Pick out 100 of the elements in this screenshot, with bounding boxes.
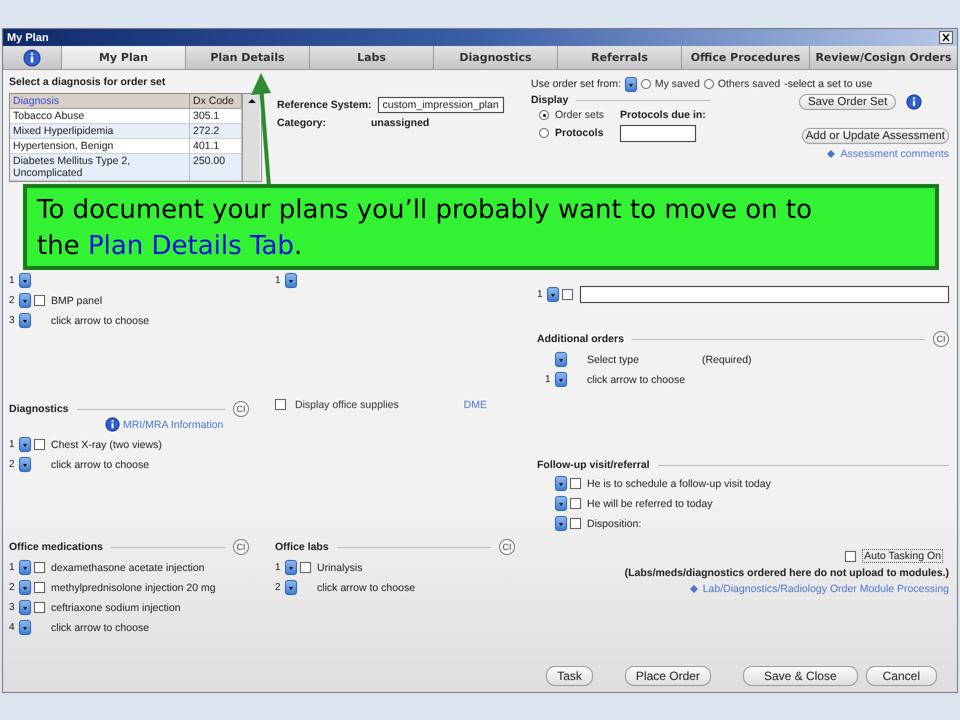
- clear-button[interactable]: CI: [499, 539, 515, 555]
- radio-button[interactable]: [539, 128, 549, 138]
- clear-button[interactable]: CI: [933, 331, 949, 347]
- instruction-field[interactable]: [580, 286, 949, 303]
- row-number: 4: [9, 622, 16, 633]
- dropdown-button[interactable]: [285, 273, 297, 288]
- row-number: 2: [275, 582, 282, 593]
- checkbox[interactable]: [34, 439, 45, 450]
- order-item: BMP panel: [51, 294, 102, 306]
- dme-link[interactable]: DME: [464, 398, 487, 410]
- order-item: click arrow to choose: [51, 314, 150, 326]
- diamond-icon: [690, 585, 698, 593]
- column-header[interactable]: Dx Code: [190, 94, 242, 109]
- field-label: Protocols due in:: [620, 109, 706, 121]
- tab[interactable]: Review/Cosign Orders: [810, 46, 957, 69]
- order-item: Urinalysis: [317, 562, 363, 574]
- checkbox[interactable]: [275, 399, 286, 410]
- checkbox[interactable]: [34, 295, 45, 306]
- table-cell[interactable]: Diabetes Mellitus Type 2, Uncomplicated: [10, 154, 190, 181]
- radio-label: My saved: [654, 78, 700, 90]
- dropdown-button[interactable]: [624, 76, 637, 92]
- action-button[interactable]: Save & Close: [742, 666, 858, 686]
- protocols-due-field[interactable]: [620, 125, 696, 142]
- row-number: 1: [545, 374, 552, 385]
- dropdown-button[interactable]: [547, 287, 559, 302]
- checkbox[interactable]: [845, 550, 856, 562]
- action-button[interactable]: Place Order: [624, 666, 711, 686]
- window-title: My Plan: [7, 32, 49, 44]
- order-item: Chest X-ray (two views): [51, 438, 162, 450]
- diamond-icon: [827, 150, 836, 158]
- row-number: 2: [9, 582, 16, 593]
- scrollbar[interactable]: [242, 94, 260, 181]
- order-item: He will be referred to today: [587, 498, 712, 510]
- close-icon[interactable]: [939, 31, 953, 44]
- info-tab[interactable]: [3, 46, 62, 69]
- checkbox-label: Auto Tasking On: [862, 549, 943, 563]
- dropdown-button[interactable]: [285, 580, 297, 595]
- section-title: Select a diagnosis for order set: [9, 76, 166, 88]
- tab[interactable]: Referrals: [558, 46, 682, 69]
- reference-system-field[interactable]: custom_impression_plan: [378, 97, 504, 113]
- info-icon: [23, 48, 41, 66]
- clear-button[interactable]: CI: [233, 401, 249, 417]
- dropdown-button[interactable]: [19, 293, 31, 308]
- assessment-comments-link[interactable]: Assessment comments: [840, 148, 949, 160]
- dropdown-button[interactable]: [19, 273, 31, 288]
- row-number: 3: [9, 602, 16, 613]
- dropdown-button[interactable]: [555, 352, 567, 367]
- dropdown-button[interactable]: [555, 476, 567, 491]
- checkbox[interactable]: [570, 498, 581, 509]
- dropdown-button[interactable]: [555, 516, 567, 531]
- hint-text: -select a set to use: [784, 78, 872, 90]
- add-assessment-button[interactable]: Add or Update Assessment: [802, 128, 949, 144]
- dropdown-button[interactable]: [285, 560, 297, 575]
- dropdown-button[interactable]: [19, 313, 31, 328]
- section-title: Follow-up visit/referral: [537, 459, 650, 471]
- dropdown-button[interactable]: [555, 372, 567, 387]
- dropdown-button[interactable]: [19, 600, 31, 615]
- radio-button[interactable]: [704, 79, 714, 89]
- mri-info-link[interactable]: MRI/MRA Information: [123, 418, 224, 430]
- section-title: Office medications: [9, 541, 103, 553]
- tab[interactable]: Office Procedures: [682, 46, 810, 69]
- column-header[interactable]: Diagnosis: [10, 94, 190, 109]
- radio-button[interactable]: [539, 110, 549, 120]
- order-item: Select type: [587, 354, 639, 366]
- tab[interactable]: Diagnostics: [434, 46, 558, 69]
- dropdown-button[interactable]: [19, 437, 31, 452]
- radio-button[interactable]: [640, 79, 651, 89]
- checkbox[interactable]: [562, 289, 573, 300]
- checkbox[interactable]: [34, 582, 45, 593]
- order-item: click arrow to choose: [51, 458, 150, 470]
- table-cell[interactable]: 272.2: [190, 124, 242, 139]
- checkbox[interactable]: [570, 478, 581, 489]
- section-title: Office labs: [275, 541, 329, 553]
- radio-label: Others saved: [718, 78, 780, 90]
- action-button[interactable]: Cancel: [866, 666, 937, 686]
- module-processing-link[interactable]: Lab/Diagnostics/Radiology Order Module Processing: [702, 583, 949, 595]
- table-cell[interactable]: Mixed Hyperlipidemia: [10, 124, 190, 139]
- table-cell[interactable]: 250.00: [190, 154, 242, 181]
- row-number: 1: [537, 289, 544, 300]
- tab[interactable]: My Plan: [62, 46, 186, 69]
- dropdown-button[interactable]: [555, 496, 567, 511]
- info-icon[interactable]: [906, 94, 922, 110]
- action-button[interactable]: Task: [546, 666, 593, 686]
- field-label: Use order set from:: [531, 78, 621, 90]
- callout-text: To document your plans you’ll probably want to move on to the Plan Details Tab.: [37, 194, 813, 263]
- checkbox[interactable]: [570, 518, 581, 529]
- info-icon[interactable]: [105, 417, 120, 432]
- tab[interactable]: Plan Details: [186, 46, 310, 69]
- save-order-set-button[interactable]: Save Order Set: [799, 94, 896, 110]
- dropdown-button[interactable]: [19, 560, 31, 575]
- dropdown-button[interactable]: [19, 620, 31, 635]
- dropdown-button[interactable]: [19, 457, 31, 472]
- checkbox[interactable]: [300, 562, 311, 573]
- tab[interactable]: Labs: [310, 46, 434, 69]
- order-item: He is to schedule a follow-up visit today: [587, 478, 771, 490]
- checkbox[interactable]: [34, 562, 45, 573]
- checkbox[interactable]: [34, 602, 45, 613]
- dropdown-button[interactable]: [19, 580, 31, 595]
- row-number: 2: [9, 295, 16, 306]
- clear-button[interactable]: CI: [233, 539, 249, 555]
